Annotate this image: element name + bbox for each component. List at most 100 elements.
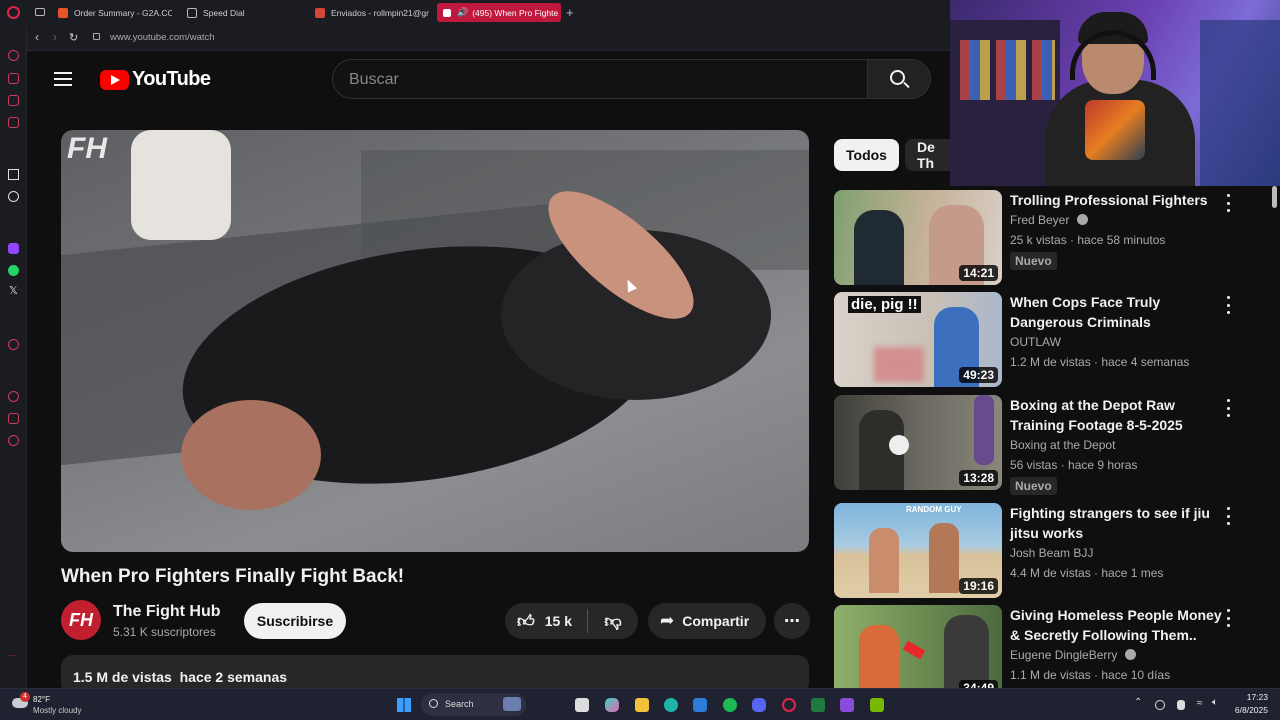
chip-todos[interactable]: Todos bbox=[834, 139, 899, 171]
edge-icon[interactable] bbox=[664, 698, 678, 712]
recommendation-channel[interactable]: OUTLAW bbox=[1010, 335, 1061, 349]
video-thumbnail[interactable]: 34:49 bbox=[834, 605, 1002, 700]
twitch-icon[interactable] bbox=[8, 243, 19, 254]
copilot-icon[interactable] bbox=[605, 698, 619, 712]
back-icon[interactable]: ‹ bbox=[35, 30, 39, 44]
extensions-icon[interactable] bbox=[8, 413, 19, 424]
weather-desc: Mostly cloudy bbox=[33, 706, 82, 715]
search-input[interactable]: Buscar bbox=[332, 59, 868, 99]
like-button[interactable]: 👍︎ 15 k bbox=[505, 603, 587, 639]
gmail-favicon-icon bbox=[315, 7, 325, 18]
video-thumbnail[interactable]: die, pig !! 49:23 bbox=[834, 292, 1002, 387]
channel-subscribers: 5.31 K suscriptores bbox=[113, 625, 216, 639]
player-icon[interactable] bbox=[8, 339, 19, 350]
recommendation-item[interactable]: 34:49 Giving Homeless People Money & Sec… bbox=[834, 605, 1254, 700]
channel-name[interactable]: The Fight Hub bbox=[113, 603, 221, 621]
messenger-icon[interactable] bbox=[8, 117, 19, 128]
wifi-icon[interactable]: ≈ bbox=[1197, 698, 1203, 709]
recommendation-channel[interactable]: Josh Beam BJJ bbox=[1010, 546, 1093, 560]
menu-icon[interactable] bbox=[54, 72, 72, 90]
thumbnail-caption: RANDOM GUY bbox=[906, 505, 962, 514]
task-view-icon[interactable] bbox=[575, 698, 589, 712]
more-vertical-icon[interactable] bbox=[1224, 399, 1232, 417]
recommendation-channel[interactable]: Boxing at the Depot bbox=[1010, 438, 1115, 452]
recommendation-channel[interactable]: Fred Beyer bbox=[1010, 213, 1088, 227]
recommendation-item[interactable]: 14:21 Trolling Professional Fighters Fre… bbox=[834, 190, 1254, 285]
opera-icon[interactable] bbox=[782, 698, 796, 712]
video-thumbnail[interactable]: 13:28 bbox=[834, 395, 1002, 490]
tray-app-icon[interactable] bbox=[1177, 700, 1185, 710]
subscribe-button[interactable]: Suscribirse bbox=[244, 603, 346, 639]
opera-logo-icon[interactable] bbox=[7, 6, 20, 19]
whatsapp-icon[interactable] bbox=[8, 265, 19, 276]
browser-tab[interactable]: Enviados - rollmpin21@gm bbox=[309, 3, 429, 22]
video-thumbnail[interactable]: RANDOM GUY 19:16 bbox=[834, 503, 1002, 598]
more-icon[interactable]: ··· bbox=[8, 651, 16, 660]
video-player[interactable]: FH bbox=[61, 130, 809, 552]
clock[interactable]: 17:23 6/8/2025 bbox=[1228, 692, 1268, 715]
search-button[interactable] bbox=[867, 59, 931, 99]
video-frame-head bbox=[181, 400, 321, 510]
x-icon[interactable]: 𝕏 bbox=[9, 284, 18, 297]
recommendation-title[interactable]: When Cops Face Truly Dangerous Criminals bbox=[1010, 292, 1224, 332]
new-tab-button[interactable]: + bbox=[566, 5, 574, 20]
forward-icon[interactable]: › bbox=[53, 30, 57, 44]
channel-avatar[interactable]: FH bbox=[61, 600, 101, 640]
weather-widget[interactable]: 4 82°F Mostly cloudy bbox=[10, 692, 120, 718]
taskbar-search[interactable]: Search bbox=[421, 693, 526, 716]
scrollbar-thumb[interactable] bbox=[1272, 186, 1277, 208]
tray-app-icon[interactable] bbox=[1155, 700, 1165, 710]
shopping-icon[interactable] bbox=[8, 73, 19, 84]
video-thumbnail[interactable]: 14:21 bbox=[834, 190, 1002, 285]
recommendation-item[interactable]: 13:28 Boxing at the Depot Raw Training F… bbox=[834, 395, 1254, 495]
nvidia-icon[interactable] bbox=[870, 698, 884, 712]
settings-icon[interactable] bbox=[8, 435, 19, 446]
share-icon: ➦ bbox=[660, 611, 675, 630]
url-field[interactable]: www.youtube.com/watch bbox=[110, 32, 215, 43]
verified-icon bbox=[1124, 649, 1136, 660]
chatgpt-icon[interactable] bbox=[8, 191, 19, 202]
recommendation-item[interactable]: die, pig !! 49:23 When Cops Face Truly D… bbox=[834, 292, 1254, 387]
discord-icon[interactable] bbox=[752, 698, 766, 712]
description-meta: 1.5 M de vistas hace 2 semanas bbox=[73, 669, 288, 685]
recommendation-item[interactable]: RANDOM GUY 19:16 Fighting strangers to s… bbox=[834, 503, 1254, 598]
history-icon[interactable] bbox=[8, 391, 19, 402]
tab-overview-icon[interactable] bbox=[35, 8, 45, 16]
youtube-favicon-icon bbox=[443, 8, 451, 17]
video-duration: 19:16 bbox=[959, 578, 998, 594]
windows-start-icon[interactable] bbox=[397, 698, 411, 712]
wallet-icon[interactable] bbox=[8, 95, 19, 106]
reload-icon[interactable]: ↻ bbox=[69, 31, 78, 44]
recommendation-title[interactable]: Trolling Professional Fighters bbox=[1010, 190, 1224, 210]
share-button[interactable]: ➦ Compartir bbox=[648, 603, 766, 639]
more-vertical-icon[interactable] bbox=[1224, 296, 1232, 314]
spotify-icon[interactable] bbox=[723, 698, 737, 712]
arc-icon[interactable] bbox=[8, 169, 19, 180]
more-actions-button[interactable]: ⋯ bbox=[774, 603, 810, 639]
volume-icon[interactable]: 🔈︎ bbox=[1212, 697, 1218, 708]
webcam-overlay bbox=[950, 0, 1280, 186]
terminal-icon[interactable] bbox=[811, 698, 825, 712]
youtube-logo[interactable]: YouTube bbox=[100, 68, 211, 91]
aria-icon[interactable] bbox=[8, 50, 19, 61]
browser-tab[interactable]: Order Summary - G2A.CO bbox=[52, 3, 172, 22]
recommendation-title[interactable]: Giving Homeless People Money & Secretly … bbox=[1010, 605, 1224, 645]
recommendation-title[interactable]: Fighting strangers to see if jiu jitsu w… bbox=[1010, 503, 1224, 543]
video-duration: 13:28 bbox=[959, 470, 998, 486]
dislike-button[interactable]: 👎︎ bbox=[588, 603, 638, 639]
store-icon[interactable] bbox=[693, 698, 707, 712]
speed-dial-icon bbox=[187, 7, 197, 18]
browser-tab[interactable]: Speed Dial bbox=[181, 3, 301, 22]
thumbnail-caption: die, pig !! bbox=[848, 296, 921, 313]
tray-chevron-icon[interactable]: ⌃ bbox=[1134, 697, 1142, 708]
search-highlight-icon bbox=[503, 697, 521, 711]
visual-studio-icon[interactable] bbox=[840, 698, 854, 712]
recommendation-channel[interactable]: Eugene DingleBerry bbox=[1010, 648, 1136, 662]
recommendation-title[interactable]: Boxing at the Depot Raw Training Footage… bbox=[1010, 395, 1224, 435]
more-vertical-icon[interactable] bbox=[1224, 609, 1232, 627]
more-vertical-icon[interactable] bbox=[1224, 194, 1232, 212]
recommendation-meta: 1.1 M de vistas · hace 10 días bbox=[1010, 668, 1171, 682]
file-explorer-icon[interactable] bbox=[635, 698, 649, 712]
more-vertical-icon[interactable] bbox=[1224, 507, 1232, 525]
browser-tab-active[interactable]: 🔊 (495) When Pro Fighte bbox=[437, 3, 561, 22]
